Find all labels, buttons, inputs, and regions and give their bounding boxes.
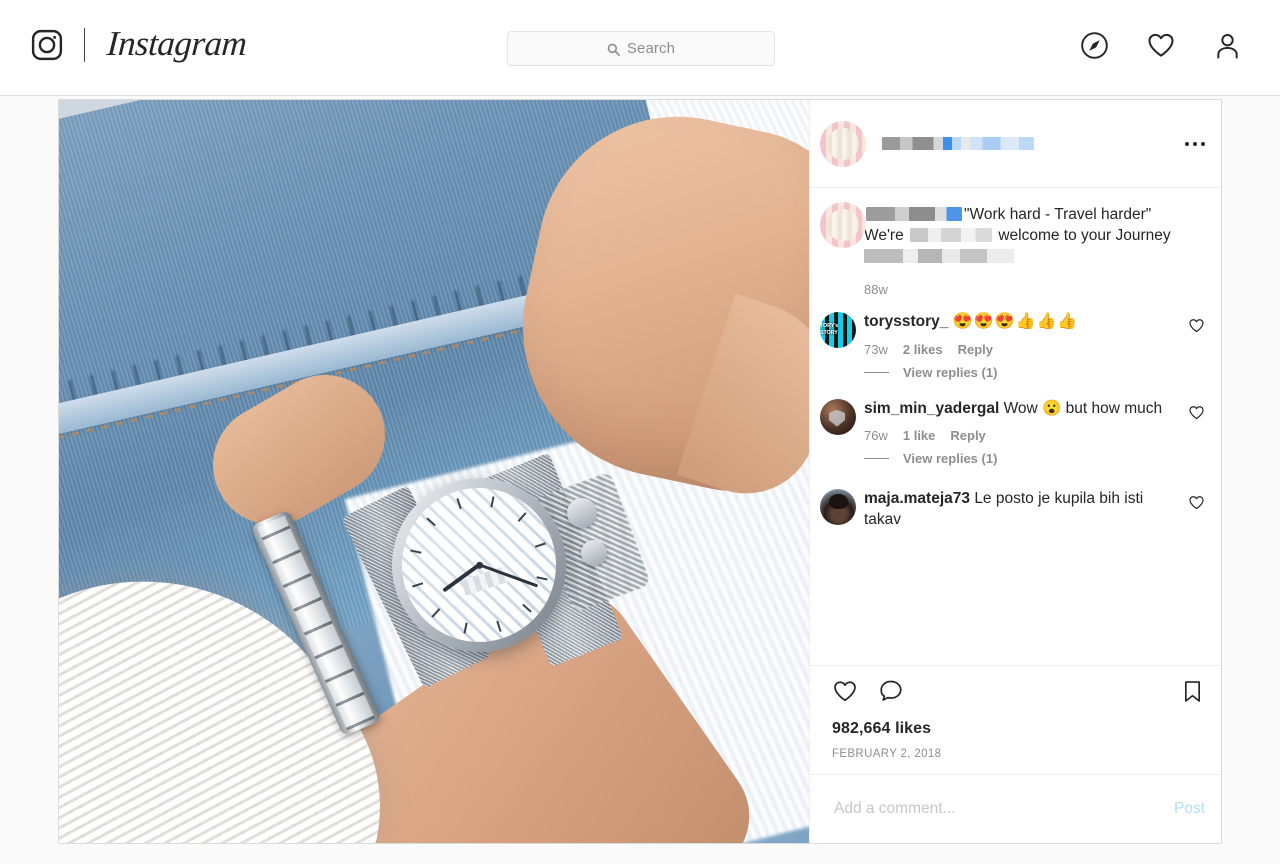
- avatar[interactable]: [820, 488, 856, 525]
- replies-divider-line: [864, 371, 889, 373]
- comment-text: maja.mateja73 Le posto je kupila bih ist…: [864, 488, 1178, 530]
- comment-username[interactable]: torysstory_: [864, 313, 948, 330]
- comment-text: sim_min_yadergal Wow 😮 but how much: [864, 398, 1178, 419]
- comment-username[interactable]: sim_min_yadergal: [864, 400, 999, 417]
- view-replies-button[interactable]: View replies (1): [903, 365, 997, 380]
- comment-avatar-cell: [820, 488, 864, 530]
- caption-timestamp: 88w: [864, 281, 888, 297]
- avatar[interactable]: [820, 202, 866, 248]
- comment-item: sim_min_yadergal Wow 😮 but how much 76w …: [820, 398, 1205, 466]
- comment-like-icon[interactable]: [1184, 398, 1205, 466]
- avatar[interactable]: TORY's STORY: [820, 311, 856, 348]
- comment-text: torysstory_ 😍😍😍👍👍👍: [864, 311, 1178, 333]
- post-photo[interactable]: [59, 100, 809, 843]
- replies-divider-line: [864, 457, 889, 459]
- post-author-header: [810, 100, 1221, 188]
- comment-username[interactable]: maja.mateja73: [864, 490, 970, 507]
- comment-meta: 76w 1 like Reply: [864, 428, 1178, 443]
- post-comment-button[interactable]: Post: [1174, 800, 1205, 818]
- comment-body: Wow 😮 but how much: [1003, 399, 1163, 417]
- author-username-redacted[interactable]: [882, 137, 1034, 150]
- brand-logo[interactable]: Instagram: [30, 24, 248, 64]
- more-options-icon[interactable]: [1185, 141, 1205, 146]
- compass-icon[interactable]: [1080, 31, 1109, 60]
- comment-meta: 73w 2 likes Reply: [864, 342, 1178, 357]
- comments-scroll-area[interactable]: "Work hard - Travel harder" We're welcom…: [810, 188, 1221, 665]
- brand-divider: [84, 28, 85, 62]
- heart-icon[interactable]: [1146, 30, 1176, 60]
- caption-line-1: "Work hard - Travel harder": [964, 206, 1152, 223]
- comment-avatar-cell: TORY's STORY: [820, 311, 864, 380]
- comment-avatar-cell: [820, 398, 864, 466]
- avatar-label: TORY's STORY: [820, 322, 839, 336]
- likes-count[interactable]: 982,664 likes: [832, 720, 1205, 738]
- caption-line-2-suffix: welcome to your Journey: [998, 227, 1171, 245]
- post-sidebar: "Work hard - Travel harder" We're welcom…: [809, 100, 1221, 843]
- post-actions: 982,664 likes FEBRUARY 2, 2018: [810, 665, 1221, 774]
- add-comment-input[interactable]: [832, 799, 1174, 819]
- comment-likes[interactable]: 2 likes: [903, 342, 943, 357]
- post-caption: "Work hard - Travel harder" We're welcom…: [820, 202, 1205, 297]
- avatar[interactable]: [820, 398, 856, 435]
- caption-line-3-redacted: [864, 249, 1014, 264]
- comment-likes[interactable]: 1 like: [903, 428, 936, 443]
- like-button[interactable]: [832, 678, 858, 709]
- comment-reply-button[interactable]: Reply: [950, 428, 985, 443]
- comment-reply-button[interactable]: Reply: [958, 342, 993, 357]
- comment-view-replies-row[interactable]: View replies (1): [864, 365, 1178, 380]
- search-input[interactable]: Search: [507, 31, 775, 66]
- comment-view-replies-row[interactable]: View replies (1): [864, 451, 1178, 466]
- comment-emoji: 😍😍😍👍👍👍: [952, 312, 1079, 330]
- comment-time: 73w: [864, 341, 888, 357]
- view-replies-button[interactable]: View replies (1): [903, 451, 997, 466]
- comment-time: 76w: [864, 427, 888, 443]
- caption-avatar-cell: [820, 202, 866, 297]
- search-icon: [607, 42, 620, 56]
- photo-charm-round-b: [581, 540, 607, 566]
- search-placeholder: Search: [626, 40, 676, 57]
- comment-button[interactable]: [878, 678, 904, 709]
- instagram-camera-icon[interactable]: [30, 28, 64, 62]
- photo-charm-round-a: [567, 498, 597, 528]
- app-header: Instagram Search: [0, 0, 1280, 96]
- post-container: "Work hard - Travel harder" We're welcom…: [58, 99, 1222, 844]
- caption-username-redacted: [866, 207, 962, 221]
- header-nav: [1080, 30, 1242, 60]
- comment-like-icon[interactable]: [1184, 311, 1205, 380]
- comment-like-icon[interactable]: [1184, 488, 1205, 530]
- add-comment-bar: Post: [810, 774, 1221, 843]
- caption-line-2-prefix: We're: [864, 227, 904, 245]
- person-icon[interactable]: [1213, 31, 1242, 60]
- caption-redacted-word: [910, 228, 993, 243]
- caption-text: "Work hard - Travel harder" We're welcom…: [864, 204, 1199, 268]
- comment-item: maja.mateja73 Le posto je kupila bih ist…: [820, 488, 1205, 530]
- instagram-wordmark: Instagram: [105, 24, 248, 63]
- post-date: FEBRUARY 2, 2018: [832, 748, 942, 760]
- bookmark-icon[interactable]: [1180, 679, 1205, 709]
- avatar[interactable]: [820, 120, 866, 167]
- comment-item: TORY's STORY torysstory_ 😍😍😍👍👍👍 73w 2 li…: [820, 311, 1205, 380]
